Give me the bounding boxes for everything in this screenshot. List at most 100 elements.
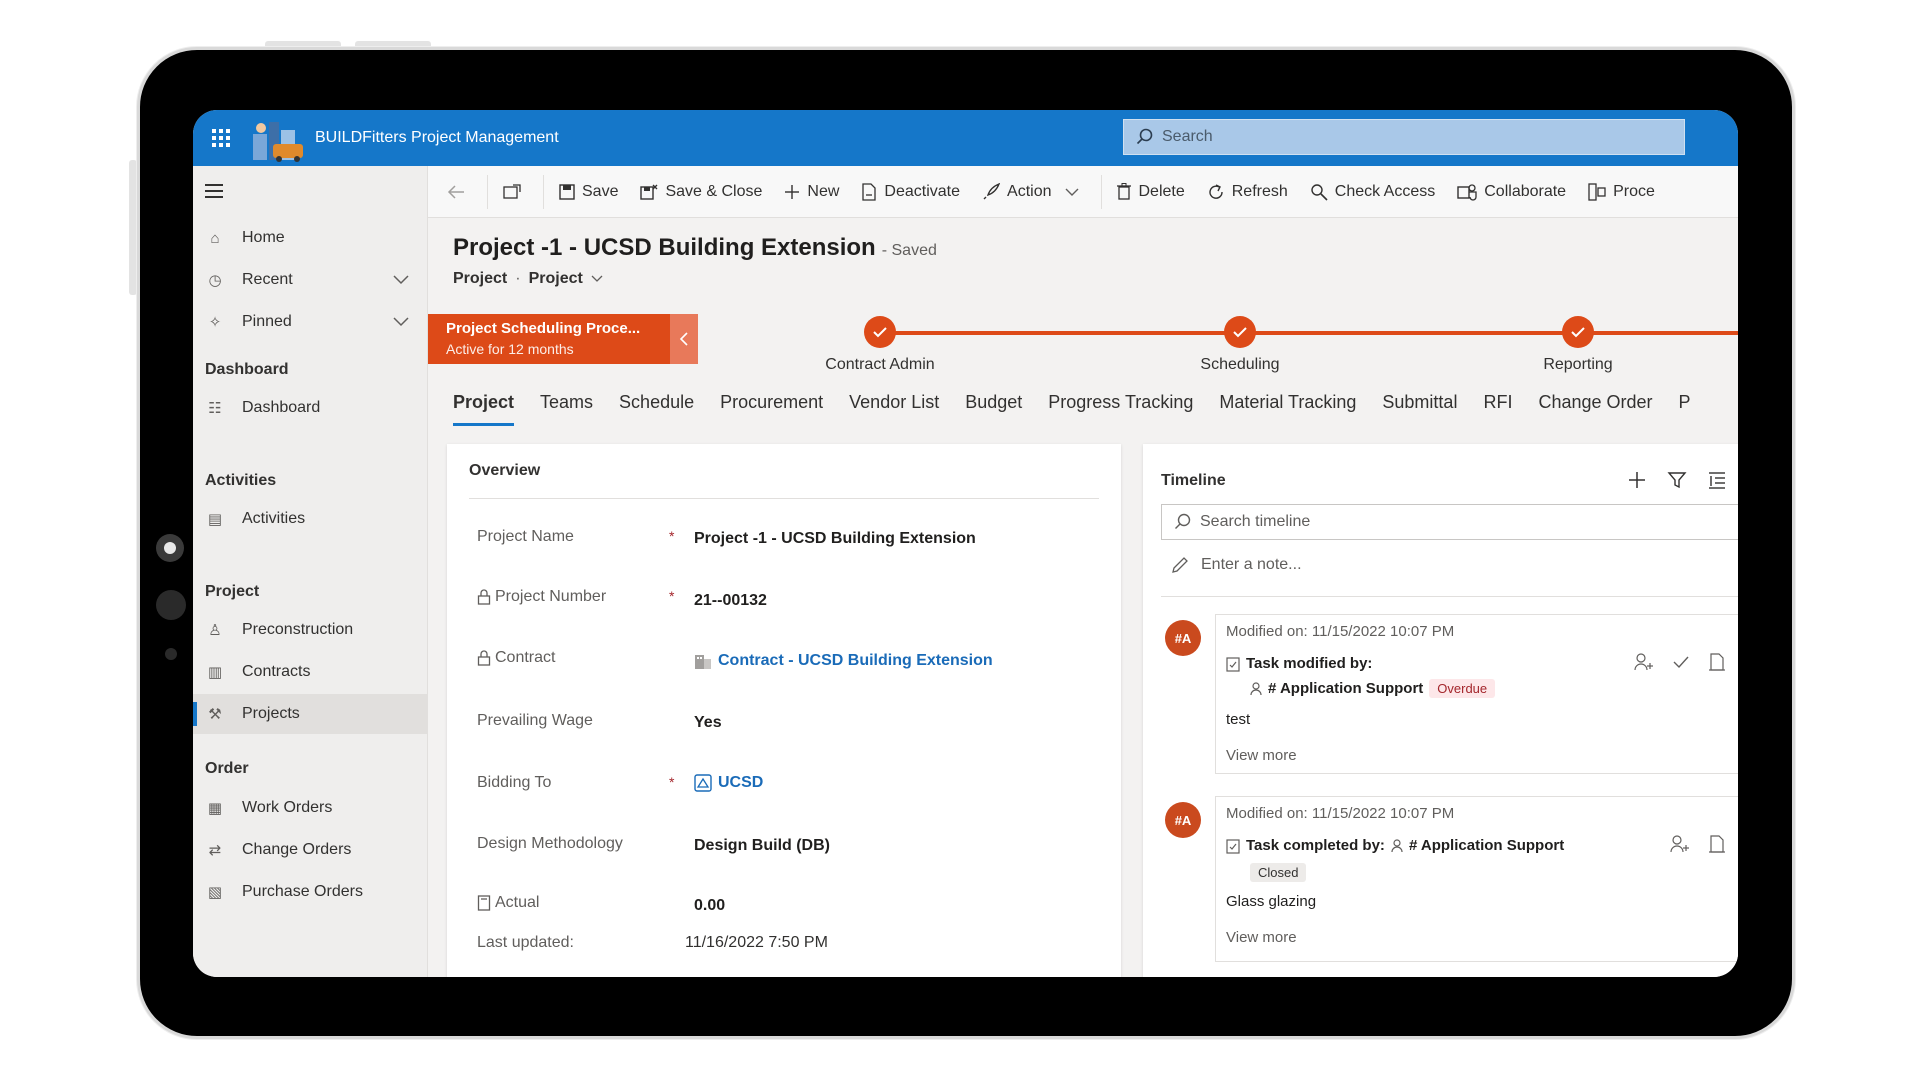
tab-budget[interactable]: Budget xyxy=(965,372,1022,432)
chevron-down-icon[interactable] xyxy=(392,272,410,286)
post-user[interactable]: # Application Support xyxy=(1268,680,1423,697)
chevron-down-icon[interactable] xyxy=(392,314,410,328)
sidebar-item-home[interactable]: ⌂ Home xyxy=(193,218,428,258)
bpf-stage-reporting[interactable]: Reporting xyxy=(1478,316,1678,374)
design-methodology-field[interactable]: Design Build (DB) xyxy=(694,837,830,855)
deactivate-button[interactable]: Deactivate xyxy=(850,174,971,210)
lock-icon xyxy=(477,650,491,666)
enter-note-input[interactable]: Enter a note... xyxy=(1171,556,1302,574)
post-user[interactable]: # Application Support xyxy=(1409,837,1564,854)
bpf-stage-scheduling[interactable]: Scheduling xyxy=(1140,316,1340,374)
delete-record-icon[interactable] xyxy=(1708,653,1726,671)
task-icon xyxy=(1226,838,1240,854)
back-button[interactable] xyxy=(436,174,483,210)
sidebar-item-projects[interactable]: ⚒ Projects xyxy=(193,694,428,734)
contract-lookup[interactable]: Contract - UCSD Building Extension xyxy=(694,652,993,670)
collaborate-button[interactable]: Collaborate xyxy=(1446,174,1577,210)
bpf-collapse-button[interactable] xyxy=(670,314,698,364)
command-separator xyxy=(487,174,488,209)
sidebar-item-activities[interactable]: ▤ Activities xyxy=(193,499,428,539)
action-button[interactable]: Action xyxy=(971,174,1097,210)
refresh-button[interactable]: Refresh xyxy=(1196,174,1299,210)
assign-icon[interactable] xyxy=(1670,835,1690,853)
chevron-down-icon xyxy=(1065,188,1079,196)
divider xyxy=(1161,596,1738,597)
chevron-left-icon xyxy=(679,332,688,346)
sidebar-item-work-orders[interactable]: ▦ Work Orders xyxy=(193,788,428,828)
open-new-window-button[interactable] xyxy=(492,174,539,210)
bpf-stage-contract-admin[interactable]: Contract Admin xyxy=(780,316,980,374)
sidebar-item-preconstruction[interactable]: ♙ Preconstruction xyxy=(193,610,428,650)
sidebar-group-order: Order xyxy=(205,760,249,777)
tab-progress-tracking[interactable]: Progress Tracking xyxy=(1048,372,1193,432)
new-button[interactable]: New xyxy=(773,174,850,210)
list-icon[interactable] xyxy=(1707,470,1727,490)
actual-field: 0.00 xyxy=(694,897,726,914)
tab-more[interactable]: P xyxy=(1679,372,1691,432)
project-name-field[interactable]: Project -1 - UCSD Building Extension xyxy=(694,530,976,548)
sidebar-item-purchase-orders[interactable]: ▧ Purchase Orders xyxy=(193,872,428,912)
app-launcher-button[interactable] xyxy=(193,110,249,166)
assign-icon[interactable] xyxy=(1634,653,1654,671)
tab-change-order[interactable]: Change Order xyxy=(1538,372,1652,432)
timeline-post: Modified on: 11/15/2022 10:07 PM Task co… xyxy=(1215,796,1738,962)
bpf-active-process[interactable]: Project Scheduling Proce... Active for 1… xyxy=(428,314,670,364)
chevron-down-icon[interactable] xyxy=(591,275,603,283)
app-title: BUILDFitters Project Management xyxy=(315,129,559,146)
delete-record-icon[interactable] xyxy=(1708,835,1726,853)
swap-icon: ⇄ xyxy=(208,842,222,859)
tab-material-tracking[interactable]: Material Tracking xyxy=(1219,372,1356,432)
sidebar-item-contracts[interactable]: ▥ Contracts xyxy=(193,652,428,692)
timeline-toolbar xyxy=(1627,470,1727,490)
form-selector[interactable]: Project xyxy=(529,270,583,288)
separator-dot: · xyxy=(515,270,521,287)
tab-vendor-list[interactable]: Vendor List xyxy=(849,372,939,432)
sidebar-item-pinned[interactable]: ✧ Pinned xyxy=(193,302,428,342)
timeline-section: Timeline Search timeline Enter a note...… xyxy=(1143,444,1738,977)
avatar: #A xyxy=(1165,802,1201,838)
contract-link[interactable]: Contract - UCSD Building Extension xyxy=(718,652,993,670)
checkmark-icon[interactable] xyxy=(1672,653,1690,671)
actual-label: Actual xyxy=(477,894,539,912)
entity-name: Project xyxy=(453,270,508,287)
process-button[interactable]: Proce xyxy=(1577,174,1666,210)
required-marker: * xyxy=(669,774,675,790)
save-button[interactable]: Save xyxy=(548,174,629,210)
project-number-field: 21--00132 xyxy=(694,592,767,609)
save-close-button[interactable]: Save & Close xyxy=(629,174,773,210)
dashboard-icon: ☷ xyxy=(208,400,222,417)
sidebar-item-dashboard[interactable]: ☷ Dashboard xyxy=(193,388,428,428)
tab-procurement[interactable]: Procurement xyxy=(720,372,823,432)
bpf-process-name: Project Scheduling Proce... xyxy=(446,320,641,337)
sidebar-group-project: Project xyxy=(205,583,260,600)
prevailing-wage-field[interactable]: Yes xyxy=(694,714,722,732)
check-access-button[interactable]: Check Access xyxy=(1299,174,1446,210)
tab-project[interactable]: Project xyxy=(453,372,515,432)
required-marker: * xyxy=(669,528,675,544)
post-headline-text: Task modified by: xyxy=(1246,655,1373,672)
app-screen: BUILDFitters Project Management Search ⌂… xyxy=(193,110,1738,977)
process-icon xyxy=(1588,182,1606,201)
view-more-link[interactable]: View more xyxy=(1226,929,1297,946)
bidding-to-lookup[interactable]: UCSD xyxy=(694,774,763,792)
tab-teams[interactable]: Teams xyxy=(540,372,593,432)
new-label: New xyxy=(807,182,840,200)
tab-schedule[interactable]: Schedule xyxy=(619,372,694,432)
sidebar-item-change-orders[interactable]: ⇄ Change Orders xyxy=(193,830,428,870)
post-body: test xyxy=(1226,711,1251,728)
sidebar-item-label: Preconstruction xyxy=(242,621,354,638)
sidebar-item-label: Contracts xyxy=(242,663,311,680)
plus-icon[interactable] xyxy=(1627,470,1647,490)
bidding-to-link[interactable]: UCSD xyxy=(718,774,763,792)
view-more-link[interactable]: View more xyxy=(1226,747,1297,764)
overview-section: Overview Project Name * Project -1 - UCS… xyxy=(447,444,1121,977)
tab-submittal[interactable]: Submittal xyxy=(1382,372,1457,432)
sidebar-item-recent[interactable]: ◷ Recent xyxy=(193,260,428,300)
global-search-input[interactable]: Search xyxy=(1123,119,1685,155)
timeline-search-input[interactable]: Search timeline xyxy=(1161,504,1738,540)
filter-icon[interactable] xyxy=(1667,470,1687,490)
delete-button[interactable]: Delete xyxy=(1106,174,1195,210)
hamburger-menu-icon[interactable] xyxy=(205,184,223,202)
search-placeholder: Search xyxy=(1162,128,1213,145)
tab-rfi[interactable]: RFI xyxy=(1483,372,1512,432)
